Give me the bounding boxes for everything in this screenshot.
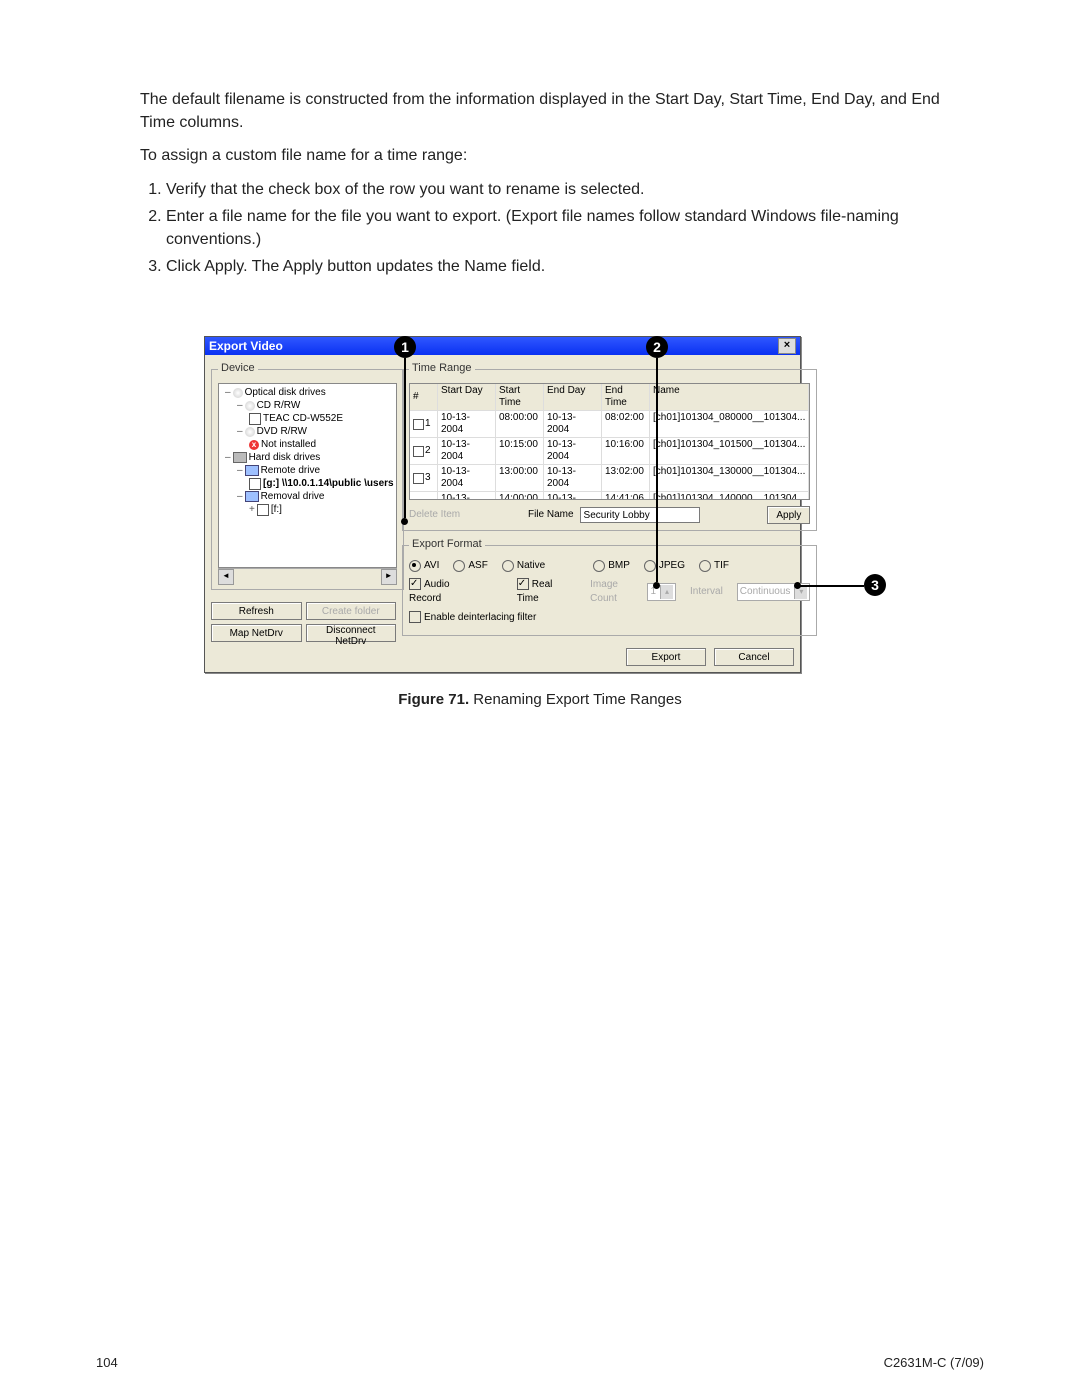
- export-format-group: Export Format AVI ASF Native BMP JPEG TI…: [402, 537, 817, 636]
- device-legend: Device: [218, 361, 258, 377]
- time-range-table[interactable]: # Start Day Start Time End Day End Time …: [409, 383, 810, 500]
- doc-id: C2631M-C (7/09): [884, 1354, 984, 1373]
- figure-wrap: 1 2 3 Export Video × Device –O: [204, 336, 876, 711]
- export-video-window: Export Video × Device –Optical disk driv…: [204, 336, 801, 673]
- real-time-checkbox[interactable]: Real Time: [517, 578, 562, 607]
- delete-item-link[interactable]: Delete Item: [409, 508, 460, 523]
- intro-line-1: The default filename is constructed from…: [140, 88, 940, 134]
- export-button[interactable]: Export: [626, 648, 706, 666]
- radio-asf[interactable]: ASF: [453, 559, 487, 574]
- interval-label: Interval: [690, 585, 723, 600]
- floppy-checkbox[interactable]: [257, 504, 269, 516]
- figure-caption: Figure 71. Renaming Export Time Ranges: [204, 689, 876, 711]
- intro-line-2: To assign a custom file name for a time …: [140, 144, 940, 167]
- radio-tif[interactable]: TIF: [699, 559, 729, 574]
- remote-path-checkbox[interactable]: [249, 478, 261, 490]
- scroll-right-icon[interactable]: ►: [381, 569, 397, 585]
- cd-icon: [245, 401, 255, 411]
- radio-bmp[interactable]: BMP: [593, 559, 630, 574]
- step-2: Enter a file name for the file you want …: [166, 205, 940, 251]
- time-range-legend: Time Range: [409, 361, 475, 377]
- device-tree[interactable]: –Optical disk drives –CD R/RW TEAC CD-W5…: [218, 383, 397, 568]
- hard-disk-icon: [233, 452, 247, 463]
- map-netdrv-button[interactable]: Map NetDrv: [211, 624, 302, 642]
- row-checkbox[interactable]: [413, 500, 424, 501]
- steps-list: Verify that the check box of the row you…: [140, 178, 940, 279]
- row-checkbox[interactable]: [413, 419, 424, 430]
- error-icon: x: [249, 440, 259, 450]
- image-count-field: 1▴: [647, 583, 676, 601]
- step-3: Click Apply. The Apply button updates th…: [166, 255, 940, 278]
- disconnect-netdrv-button[interactable]: Disconnect NetDrv: [306, 624, 397, 642]
- close-icon[interactable]: ×: [778, 338, 796, 354]
- callout-3-line: [799, 585, 864, 587]
- spinner-icon: ▴: [660, 585, 673, 599]
- table-row[interactable]: 410-13-200414:00:0010-13-200414:41:06[ch…: [410, 492, 809, 500]
- device-group: Device –Optical disk drives –CD R/RW TEA…: [211, 361, 404, 590]
- apply-button[interactable]: Apply: [767, 506, 810, 524]
- scroll-left-icon[interactable]: ◄: [218, 569, 234, 585]
- optical-drive-icon: [233, 388, 243, 398]
- export-format-legend: Export Format: [409, 537, 485, 553]
- audio-record-checkbox[interactable]: Audio Record: [409, 578, 466, 607]
- row-checkbox[interactable]: [413, 446, 424, 457]
- table-row[interactable]: 110-13-200408:00:0010-13-200408:02:00[ch…: [410, 411, 809, 438]
- radio-avi[interactable]: AVI: [409, 559, 439, 574]
- radio-native[interactable]: Native: [502, 559, 545, 574]
- title-bar: Export Video ×: [205, 337, 800, 355]
- callout-3: 3: [864, 574, 886, 596]
- teac-checkbox[interactable]: [249, 413, 261, 425]
- create-folder-button[interactable]: Create folder: [306, 602, 397, 620]
- file-name-input[interactable]: [580, 507, 700, 523]
- dvd-icon: [245, 427, 255, 437]
- callout-2-line: [656, 358, 658, 582]
- cancel-button[interactable]: Cancel: [714, 648, 794, 666]
- page-number: 104: [96, 1354, 118, 1373]
- refresh-button[interactable]: Refresh: [211, 602, 302, 620]
- window-title: Export Video: [209, 337, 283, 355]
- radio-jpeg[interactable]: JPEG: [644, 559, 685, 574]
- table-row[interactable]: 310-13-200413:00:0010-13-200413:02:00[ch…: [410, 465, 809, 492]
- file-name-label: File Name: [528, 508, 574, 523]
- table-header: # Start Day Start Time End Day End Time …: [410, 384, 809, 411]
- table-row[interactable]: 210-13-200410:15:0010-13-200410:16:00[ch…: [410, 438, 809, 465]
- remote-drive-icon: [245, 465, 259, 476]
- removal-drive-icon: [245, 491, 259, 502]
- deinterlace-checkbox[interactable]: Enable deinterlacing filter: [409, 611, 536, 626]
- image-count-label: Image Count: [590, 578, 633, 607]
- step-1: Verify that the check box of the row you…: [166, 178, 940, 201]
- tree-hscroll[interactable]: ◄ ►: [218, 568, 397, 583]
- callout-1-line: [404, 358, 406, 518]
- time-range-group: Time Range # Start Day Start Time End Da…: [402, 361, 817, 531]
- row-checkbox[interactable]: [413, 473, 424, 484]
